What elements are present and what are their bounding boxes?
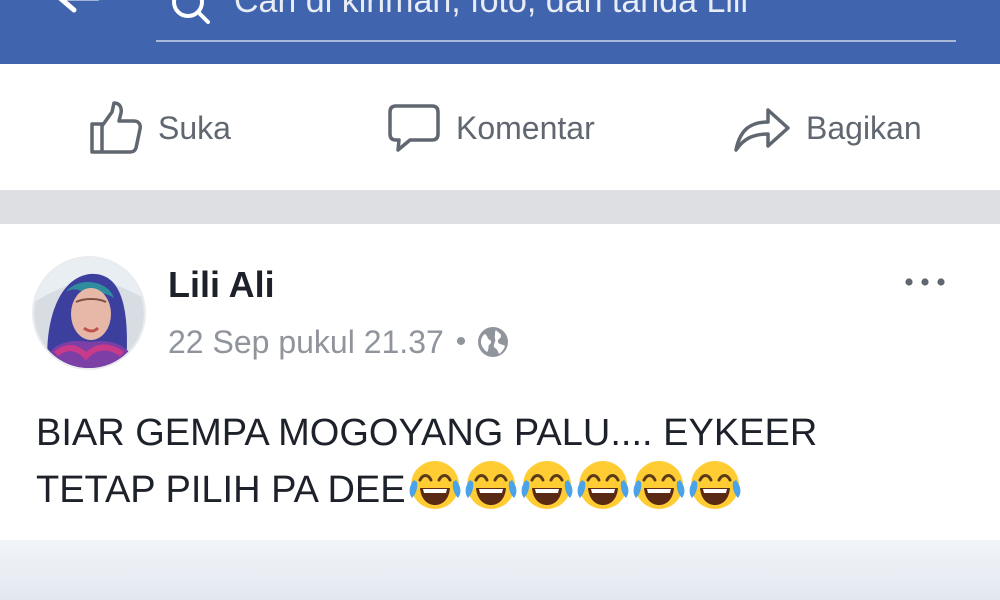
- tears-of-joy-emoji-icon: [465, 461, 517, 509]
- post-timestamp[interactable]: 22 Sep pukul 21.37: [168, 324, 444, 361]
- post-text-line-2: TETAP PILIH PA DEE: [36, 458, 976, 515]
- feed-separator: [0, 190, 1000, 224]
- search-input[interactable]: [234, 0, 934, 20]
- tears-of-joy-emoji-icon: [409, 461, 461, 509]
- share-label: Bagikan: [806, 109, 922, 146]
- globe-icon: [478, 327, 509, 357]
- comment-button[interactable]: Komentar: [386, 100, 595, 156]
- avatar[interactable]: [34, 258, 144, 368]
- search-icon: [172, 0, 210, 24]
- post-image-preview[interactable]: [0, 540, 1000, 600]
- tears-of-joy-emoji-icon: [633, 461, 685, 509]
- post-action-bar: Suka Komentar Bagikan: [0, 64, 1000, 190]
- share-arrow-icon: [734, 108, 790, 152]
- post-meta: 22 Sep pukul 21.37 •: [168, 322, 510, 362]
- post-text-line-2-text: TETAP PILIH PA DEE: [36, 469, 406, 511]
- share-button[interactable]: Bagikan: [732, 100, 922, 156]
- comment-label: Komentar: [456, 109, 595, 146]
- post-card: Lili Ali 22 Sep pukul 21.37 • BIAR GEMPA…: [0, 224, 1000, 600]
- back-arrow-icon[interactable]: [48, 0, 104, 26]
- emoji-row: [408, 458, 744, 512]
- meta-separator: •: [455, 325, 467, 358]
- more-options-icon[interactable]: [902, 272, 948, 292]
- post-body: BIAR GEMPA MOGOYANG PALU.... EYKEER TETA…: [36, 408, 976, 515]
- tears-of-joy-emoji-icon: [577, 461, 629, 509]
- tears-of-joy-emoji-icon: [521, 461, 573, 509]
- like-button[interactable]: Suka: [88, 100, 231, 156]
- comment-bubble-icon: [388, 104, 440, 152]
- post-text-line-1: BIAR GEMPA MOGOYANG PALU.... EYKEER: [36, 412, 818, 454]
- search-bar[interactable]: [156, 0, 956, 42]
- thumbs-up-icon: [90, 101, 142, 154]
- post-author-name[interactable]: Lili Ali: [168, 264, 275, 306]
- top-app-bar: [0, 0, 1000, 64]
- tears-of-joy-emoji-icon: [689, 461, 741, 509]
- like-label: Suka: [158, 109, 231, 146]
